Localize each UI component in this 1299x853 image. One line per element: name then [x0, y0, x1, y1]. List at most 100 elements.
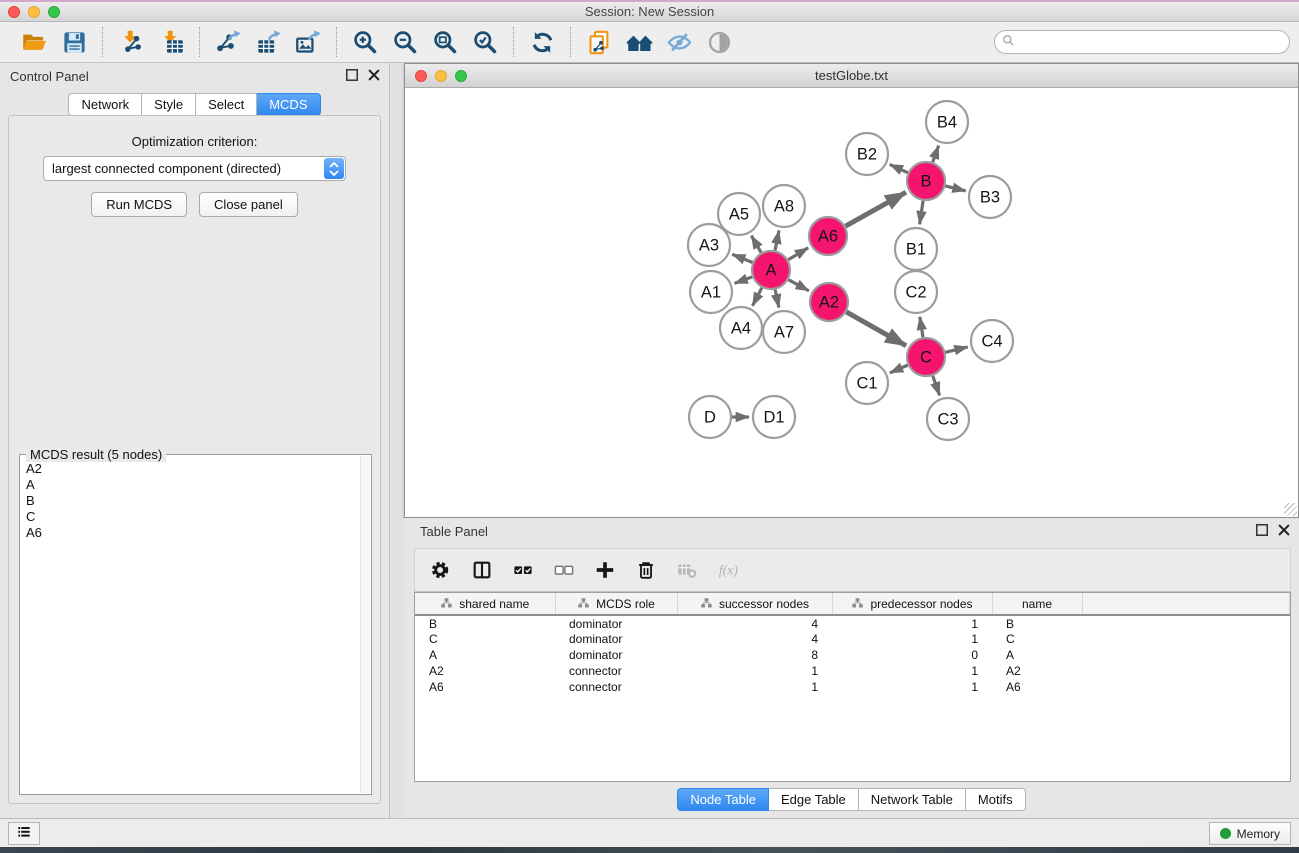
node-A2[interactable]: A2 [810, 283, 848, 321]
column-view-icon[interactable] [470, 558, 494, 582]
node-A3[interactable]: A3 [688, 224, 730, 266]
edge-A-A4[interactable] [753, 288, 762, 306]
save-session-icon[interactable] [60, 28, 88, 56]
import-network-icon[interactable] [117, 28, 145, 56]
optimization-criterion-select[interactable]: largest connected component (directed) [43, 156, 346, 181]
open-file-icon[interactable] [20, 28, 48, 56]
edge-B-B4[interactable] [933, 146, 939, 163]
main-titlebar[interactable]: Session: New Session [0, 2, 1299, 22]
show-columns-icon[interactable] [511, 558, 535, 582]
column-header-name[interactable]: name [992, 593, 1082, 615]
edge-A-A3[interactable] [732, 254, 752, 262]
column-header-successor-nodes[interactable]: successor nodes [677, 593, 832, 615]
export-table-icon[interactable] [254, 28, 282, 56]
result-item[interactable]: B [22, 493, 359, 509]
node-A1[interactable]: A1 [690, 271, 732, 313]
task-history-button[interactable] [8, 822, 40, 845]
new-network-from-selection-icon[interactable] [585, 28, 613, 56]
first-neighbors-icon[interactable] [625, 28, 653, 56]
apply-layout-icon[interactable] [528, 28, 556, 56]
edge-C-C3[interactable] [933, 376, 940, 396]
node-B1[interactable]: B1 [895, 228, 937, 270]
window-resize-grip[interactable] [1284, 503, 1297, 516]
edge-B-B2[interactable] [890, 164, 908, 172]
zoom-fit-icon[interactable] [431, 28, 459, 56]
hide-selected-icon[interactable] [665, 28, 693, 56]
node-D1[interactable]: D1 [753, 396, 795, 438]
table-tab-network-table[interactable]: Network Table [859, 788, 966, 811]
network-window-titlebar[interactable]: testGlobe.txt [405, 64, 1298, 88]
edge-C-C4[interactable] [945, 347, 967, 352]
close-panel-button[interactable]: Close panel [199, 192, 298, 217]
edge-A-A5[interactable] [751, 236, 761, 253]
node-A7[interactable]: A7 [763, 311, 805, 353]
table-row[interactable]: A6connector11A6 [415, 679, 1290, 695]
node-A6[interactable]: A6 [809, 217, 847, 255]
column-header-MCDS-role[interactable]: MCDS role [555, 593, 677, 615]
network-canvas[interactable]: AA1A2A3A4A5A6A7A8BB1B2B3B4CC1C2C3C4DD1 [405, 88, 1298, 517]
create-column-icon[interactable] [593, 558, 617, 582]
table-row[interactable]: Adominator80A [415, 647, 1290, 663]
result-scrollbar[interactable] [360, 456, 370, 793]
column-header-shared-name[interactable]: shared name [415, 593, 555, 615]
tab-style[interactable]: Style [142, 93, 196, 116]
table-settings-icon[interactable] [429, 558, 453, 582]
node-D[interactable]: D [689, 396, 731, 438]
table-float-panel-icon[interactable] [1255, 523, 1269, 540]
node-B3[interactable]: B3 [969, 176, 1011, 218]
node-B2[interactable]: B2 [846, 133, 888, 175]
delete-columns-icon[interactable] [634, 558, 658, 582]
zoom-selected-icon[interactable] [471, 28, 499, 56]
node-A8[interactable]: A8 [763, 185, 805, 227]
edge-A-A2[interactable] [789, 280, 809, 291]
node-B4[interactable]: B4 [926, 101, 968, 143]
zoom-in-icon[interactable] [351, 28, 379, 56]
float-panel-icon[interactable] [345, 68, 359, 85]
node-C1[interactable]: C1 [846, 362, 888, 404]
close-panel-icon[interactable] [367, 68, 381, 85]
table-tab-edge-table[interactable]: Edge Table [769, 788, 859, 811]
result-item[interactable]: A [22, 477, 359, 493]
mcds-result-list[interactable]: A2ABCA6 [22, 461, 359, 792]
show-all-icon[interactable] [705, 28, 733, 56]
table-tab-motifs[interactable]: Motifs [966, 788, 1026, 811]
edge-A-A6[interactable] [788, 248, 808, 260]
run-mcds-button[interactable]: Run MCDS [91, 192, 187, 217]
table-row[interactable]: Bdominator41B [415, 615, 1290, 631]
tab-select[interactable]: Select [196, 93, 257, 116]
node-C3[interactable]: C3 [927, 398, 969, 440]
edge-A-A1[interactable] [735, 277, 753, 284]
result-item[interactable]: A2 [22, 461, 359, 477]
node-A[interactable]: A [752, 251, 790, 289]
table-tab-node-table[interactable]: Node Table [677, 788, 769, 811]
hide-columns-icon[interactable] [552, 558, 576, 582]
edge-B-B3[interactable] [945, 186, 965, 191]
function-builder-icon[interactable]: f(x) [716, 558, 740, 582]
edge-A-A7[interactable] [775, 290, 779, 308]
memory-button[interactable]: Memory [1209, 822, 1291, 845]
edge-A6-B[interactable] [845, 192, 906, 226]
result-item[interactable]: C [22, 509, 359, 525]
edge-B-B1[interactable] [920, 201, 924, 225]
node-A4[interactable]: A4 [720, 307, 762, 349]
edge-A-A8[interactable] [775, 231, 779, 251]
node-table-grid[interactable]: shared nameMCDS rolesuccessor nodesprede… [415, 593, 1290, 695]
node-B[interactable]: B [907, 162, 945, 200]
edge-C-C1[interactable] [890, 365, 908, 373]
export-network-icon[interactable] [214, 28, 242, 56]
search-field[interactable] [994, 30, 1290, 54]
delete-table-icon[interactable] [675, 558, 699, 582]
tab-network[interactable]: Network [68, 93, 142, 116]
zoom-out-icon[interactable] [391, 28, 419, 56]
result-item[interactable]: A6 [22, 525, 359, 541]
export-image-icon[interactable] [294, 28, 322, 56]
tab-mcds[interactable]: MCDS [257, 93, 320, 116]
table-row[interactable]: A2connector11A2 [415, 663, 1290, 679]
node-A5[interactable]: A5 [718, 193, 760, 235]
search-input[interactable] [1017, 32, 1289, 52]
table-close-panel-icon[interactable] [1277, 523, 1291, 540]
edge-C-C2[interactable] [920, 317, 923, 338]
node-C[interactable]: C [907, 338, 945, 376]
import-table-icon[interactable] [157, 28, 185, 56]
node-C2[interactable]: C2 [895, 271, 937, 313]
